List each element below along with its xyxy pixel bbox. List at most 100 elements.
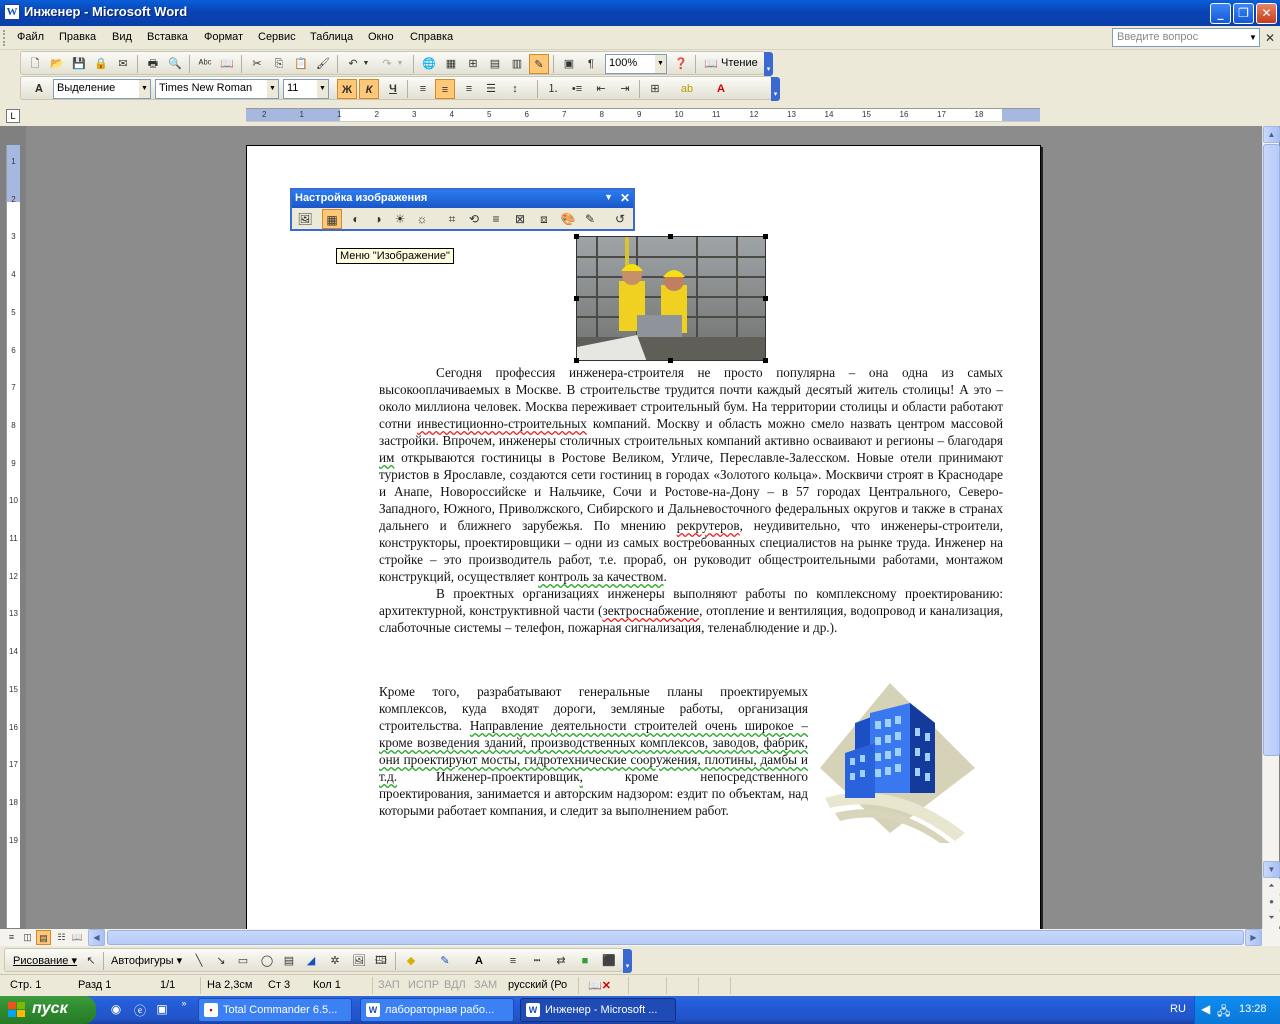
redo-icon[interactable]: ↷ xyxy=(377,54,397,74)
line-icon[interactable]: ╲ xyxy=(189,951,209,971)
print-preview-icon[interactable]: 🔍 xyxy=(165,54,185,74)
select-browse-object-icon[interactable]: ● xyxy=(1263,894,1280,911)
tables-borders-icon[interactable]: ▦ xyxy=(441,54,461,74)
increase-indent-icon[interactable]: ⇥ xyxy=(615,79,635,99)
font-size-select[interactable]: 11 ▼ xyxy=(283,79,329,99)
horizontal-scroll-thumb[interactable] xyxy=(107,930,1244,945)
print-layout-view-icon[interactable]: ▤ xyxy=(36,930,51,945)
line-style-icon[interactable]: ≡ xyxy=(486,209,506,229)
italic-button[interactable]: К xyxy=(359,79,379,99)
reading-label[interactable]: Чтение xyxy=(721,57,758,69)
diagram-icon[interactable]: ✲ xyxy=(325,951,345,971)
quicklaunch-more-icon[interactable]: » xyxy=(176,998,192,1014)
help-icon[interactable]: ❓ xyxy=(671,54,691,74)
oval-icon[interactable]: ◯ xyxy=(257,951,277,971)
drawing-icon[interactable]: ✎ xyxy=(529,54,549,74)
font-select[interactable]: Times New Roman ▼ xyxy=(155,79,279,99)
vertical-ruler[interactable]: 1 2 3 4 5 6 7 8 9 10 11 12 13 14 15 16 17 18 19 xyxy=(6,145,20,928)
menu-file[interactable]: Файл xyxy=(17,31,44,43)
spelling-status-icon[interactable]: 📖✕ xyxy=(588,979,611,992)
undo-dropdown-icon[interactable]: ▼ xyxy=(361,54,371,74)
compress-pictures-icon[interactable]: ⊠ xyxy=(510,209,530,229)
permission-icon[interactable]: 🔒 xyxy=(91,54,111,74)
drawing-menu[interactable]: Рисование ▾ xyxy=(13,954,77,967)
quicklaunch-mediaplayer-icon[interactable]: ▣ xyxy=(154,1002,170,1018)
tray-back-icon[interactable]: ◀ xyxy=(1201,1002,1210,1016)
menu-grip-icon[interactable] xyxy=(3,30,7,46)
set-transparent-color-icon[interactable]: ✎ xyxy=(580,209,600,229)
toolbar-options-2-icon[interactable]: ▾ xyxy=(771,77,780,101)
size-dropdown-icon[interactable]: ▼ xyxy=(317,80,328,98)
menu-window[interactable]: Окно xyxy=(368,31,394,43)
reset-picture-icon[interactable]: ↺ xyxy=(610,209,630,229)
style-dropdown-icon[interactable]: ▼ xyxy=(139,80,150,98)
borders-icon[interactable]: ⊞ xyxy=(645,79,665,99)
ask-question-input[interactable]: Введите вопрос ▼ xyxy=(1112,28,1260,47)
decrease-indent-icon[interactable]: ⇤ xyxy=(591,79,611,99)
arrow-style-icon[interactable]: ⇄ xyxy=(551,951,571,971)
numbering-icon[interactable]: ⒈ xyxy=(543,79,563,99)
line-spacing-icon[interactable]: ↕ xyxy=(505,79,525,99)
align-left-icon[interactable]: ≡ xyxy=(413,79,433,99)
toolbar-options-icon[interactable]: ▾ xyxy=(764,52,773,76)
menu-insert[interactable]: Вставка xyxy=(147,31,188,43)
cut-icon[interactable]: ✂ xyxy=(247,54,267,74)
vertical-scrollbar[interactable]: ▲ ▼ ⏶ ● ⏷ xyxy=(1262,126,1280,929)
line-color-icon[interactable]: ✎ xyxy=(435,951,455,971)
scroll-up-icon[interactable]: ▲ xyxy=(1263,126,1280,143)
font-dropdown-icon[interactable]: ▼ xyxy=(267,80,278,98)
menu-help[interactable]: Справка xyxy=(410,31,453,43)
3d-style-icon[interactable]: ⬛ xyxy=(599,951,619,971)
insert-picture-2-icon[interactable]: 🖽 xyxy=(371,951,391,971)
status-record[interactable]: ЗАП xyxy=(378,979,400,991)
wordart-icon[interactable]: ◢ xyxy=(301,951,321,971)
align-center-icon[interactable]: ≡ xyxy=(435,79,455,99)
styles-formatting-icon[interactable]: 𝐀 xyxy=(29,79,49,99)
open-icon[interactable]: 📂 xyxy=(47,54,67,74)
spelling-icon[interactable]: ᴬᵇᶜ xyxy=(195,54,215,74)
close-button[interactable]: ✕ xyxy=(1256,3,1277,24)
quicklaunch-desktop-icon[interactable]: ◉ xyxy=(108,1002,124,1018)
status-track-changes[interactable]: ИСПР xyxy=(408,979,439,991)
save-icon[interactable]: 💾 xyxy=(69,54,89,74)
highlight-icon[interactable]: ab xyxy=(677,79,697,99)
research-icon[interactable]: 📖 xyxy=(217,54,237,74)
web-view-icon[interactable]: ◫ xyxy=(20,930,35,945)
tab-selector-icon[interactable]: L xyxy=(6,109,20,123)
previous-page-icon[interactable]: ⏶ xyxy=(1263,878,1280,895)
underline-button[interactable]: Ч xyxy=(383,79,403,99)
start-button[interactable]: пуск xyxy=(0,996,96,1024)
font-color-2-icon[interactable]: A xyxy=(469,951,489,971)
picture-toolbar-title-bar[interactable]: Настройка изображения ▼ ✕ xyxy=(292,190,633,208)
reading-view-icon[interactable]: 📖 xyxy=(70,930,85,945)
text-box-icon[interactable]: ▤ xyxy=(279,951,299,971)
shadow-style-icon[interactable]: ■ xyxy=(575,951,595,971)
scroll-left-icon[interactable]: ◀ xyxy=(88,929,105,946)
quicklaunch-ie-icon[interactable]: ⓔ xyxy=(132,1002,148,1018)
hyperlink-icon[interactable]: 🌐 xyxy=(419,54,439,74)
toolbar-options-3-icon[interactable]: ▼ xyxy=(604,192,613,202)
rectangle-icon[interactable]: ▭ xyxy=(233,951,253,971)
document-map-icon[interactable]: ▣ xyxy=(559,54,579,74)
toolbar-options-4-icon[interactable]: ▾ xyxy=(623,949,632,973)
line-style-2-icon[interactable]: ≡ xyxy=(503,951,523,971)
bold-button[interactable]: Ж xyxy=(337,79,357,99)
document-body[interactable]: Сегодня профессия инженера-строителя не … xyxy=(379,364,1003,636)
menu-view[interactable]: Вид xyxy=(112,31,132,43)
horizontal-ruler[interactable]: 2 1 1 2 3 4 5 6 7 8 9 10 11 12 13 14 15 16 17 18 xyxy=(246,108,1040,122)
clock[interactable]: 13:28 xyxy=(1239,1003,1267,1015)
minimize-button[interactable]: _ xyxy=(1210,3,1231,24)
more-brightness-icon[interactable]: ☀ xyxy=(390,209,410,229)
less-contrast-icon[interactable]: ◑ xyxy=(368,209,388,229)
insert-excel-icon[interactable]: ▤ xyxy=(485,54,505,74)
scroll-down-icon[interactable]: ▼ xyxy=(1263,861,1280,878)
text-wrapping-icon[interactable]: ⧈ xyxy=(534,209,554,229)
redo-dropdown-icon[interactable]: ▼ xyxy=(395,54,405,74)
insert-picture-icon[interactable]: 🖼 xyxy=(295,209,315,229)
format-picture-icon[interactable]: 🎨 xyxy=(558,209,578,229)
less-brightness-icon[interactable]: ☼ xyxy=(412,209,432,229)
status-extend[interactable]: ВДЛ xyxy=(444,979,466,991)
maximize-button[interactable]: ❐ xyxy=(1233,3,1254,24)
status-language[interactable]: русский (Ро xyxy=(508,979,567,991)
new-document-icon[interactable]: 🗋 xyxy=(25,54,45,74)
